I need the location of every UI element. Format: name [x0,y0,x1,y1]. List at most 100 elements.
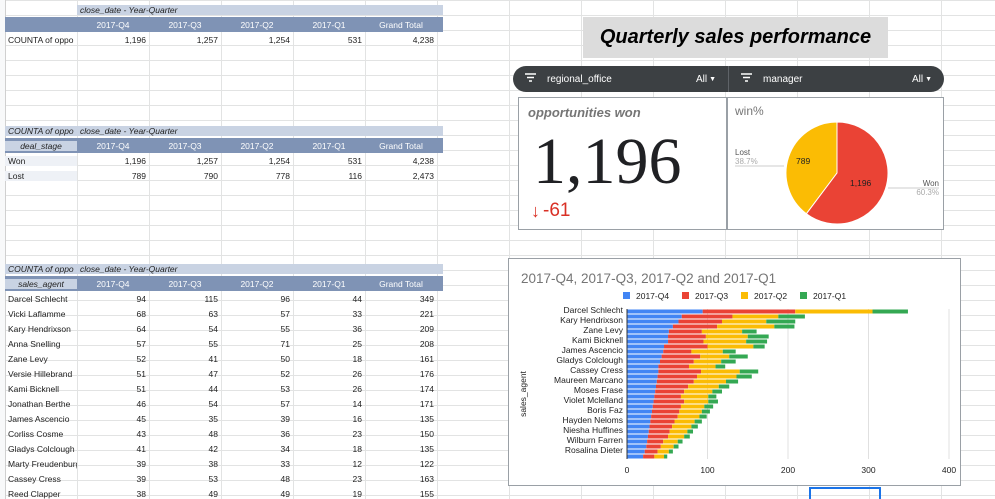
bar-segment[interactable] [663,439,678,444]
bar-segment[interactable] [766,319,796,324]
bar-segment[interactable] [651,409,680,414]
bar-segment[interactable] [721,319,767,324]
bar-segment[interactable] [687,429,694,434]
bar-segment[interactable] [684,399,709,404]
bar-segment[interactable] [627,359,661,364]
bar-segment[interactable] [627,309,703,314]
bar-segment[interactable] [691,349,723,354]
bar-segment[interactable] [627,449,645,454]
bar-segment[interactable] [627,329,669,334]
bar-segment[interactable] [627,379,657,384]
bar-segment[interactable] [627,444,647,449]
bar-segment[interactable] [715,364,726,369]
stacked-bar-chart[interactable]: 2017-Q4, 2017-Q3, 2017-Q2 and 2017-Q1 201… [508,258,961,486]
bar-segment[interactable] [627,394,655,399]
bar-segment[interactable] [718,384,730,389]
bar-segment[interactable] [660,444,674,449]
bar-segment[interactable] [668,334,706,339]
bar-segment[interactable] [668,434,685,439]
bar-segment[interactable] [701,329,743,334]
bar-segment[interactable] [701,409,710,414]
bar-segment[interactable] [674,419,695,424]
bar-segment[interactable] [627,439,648,444]
bar-segment[interactable] [644,449,658,454]
bar-segment[interactable] [658,369,702,374]
bar-segment[interactable] [627,399,654,404]
bar-segment[interactable] [627,339,669,344]
bar-segment[interactable] [646,444,661,449]
bar-segment[interactable] [688,384,719,389]
bar-segment[interactable] [703,339,747,344]
bar-segment[interactable] [672,424,692,429]
bar-segment[interactable] [654,394,681,399]
bar-segment[interactable] [668,339,704,344]
bar-segment[interactable] [742,329,757,334]
bar-segment[interactable] [652,404,681,409]
bar-segment[interactable] [649,424,673,429]
bar-segment[interactable] [627,384,656,389]
bar-segment[interactable] [736,374,752,379]
bar-segment[interactable] [694,419,702,424]
bar-segment[interactable] [627,424,650,429]
bar-segment[interactable] [664,454,668,459]
bar-segment[interactable] [627,434,648,439]
bar-segment[interactable] [648,429,670,434]
bar-segment[interactable] [702,309,796,314]
bar-segment[interactable] [701,369,740,374]
selected-cell[interactable] [809,487,881,499]
bar-segment[interactable] [679,409,702,414]
bar-segment[interactable] [651,414,678,419]
bar-segment[interactable] [707,344,754,349]
bar-segment[interactable] [778,314,805,319]
bar-segment[interactable] [680,394,709,399]
bar-segment[interactable] [705,334,748,339]
bar-segment[interactable] [650,419,675,424]
bar-segment[interactable] [656,379,694,384]
bar-segment[interactable] [661,354,701,359]
bar-segment[interactable] [627,389,656,394]
bar-segment[interactable] [627,364,659,369]
bar-segment[interactable] [627,414,652,419]
bar-segment[interactable] [677,414,700,419]
bar-segment[interactable] [627,314,682,319]
bar-segment[interactable] [627,354,662,359]
bar-segment[interactable] [700,354,730,359]
bar-segment[interactable] [722,349,736,354]
bar-segment[interactable] [795,309,873,314]
bar-segment[interactable] [688,364,716,369]
bar-segment[interactable] [627,404,653,409]
bar-segment[interactable] [677,439,683,444]
bar-segment[interactable] [627,324,673,329]
win-pie-chart[interactable]: win% Lost 38.7% 789 1,196 Won 60.3% [727,97,944,230]
bar-segment[interactable] [726,379,739,384]
bar-segment[interactable] [721,359,736,364]
bar-segment[interactable] [653,399,685,404]
bar-segment[interactable] [708,399,718,404]
bar-segment[interactable] [704,404,714,409]
bar-segment[interactable] [647,439,664,444]
bar-segment[interactable] [627,344,665,349]
bar-segment[interactable] [657,374,698,379]
bar-segment[interactable] [680,404,705,409]
bar-segment[interactable] [699,414,707,419]
bar-segment[interactable] [658,364,689,369]
bar-segment[interactable] [729,354,748,359]
bar-segment[interactable] [664,344,708,349]
bar-segment[interactable] [627,374,658,379]
filter-regional-office[interactable]: regional_office All ▼ [513,66,728,92]
bar-segment[interactable] [753,344,765,349]
bar-segment[interactable] [668,329,702,334]
bar-segment[interactable] [708,394,717,399]
bar-segment[interactable] [872,309,908,314]
bar-segment[interactable] [693,359,722,364]
bar-segment[interactable] [669,429,688,434]
bar-segment[interactable] [673,444,679,449]
bar-segment[interactable] [691,424,698,429]
bar-segment[interactable] [647,434,669,439]
bar-segment[interactable] [681,314,733,319]
bar-segment[interactable] [627,319,679,324]
bar-segment[interactable] [747,334,769,339]
bar-segment[interactable] [774,324,795,329]
bar-segment[interactable] [739,369,759,374]
bar-segment[interactable] [657,449,669,454]
